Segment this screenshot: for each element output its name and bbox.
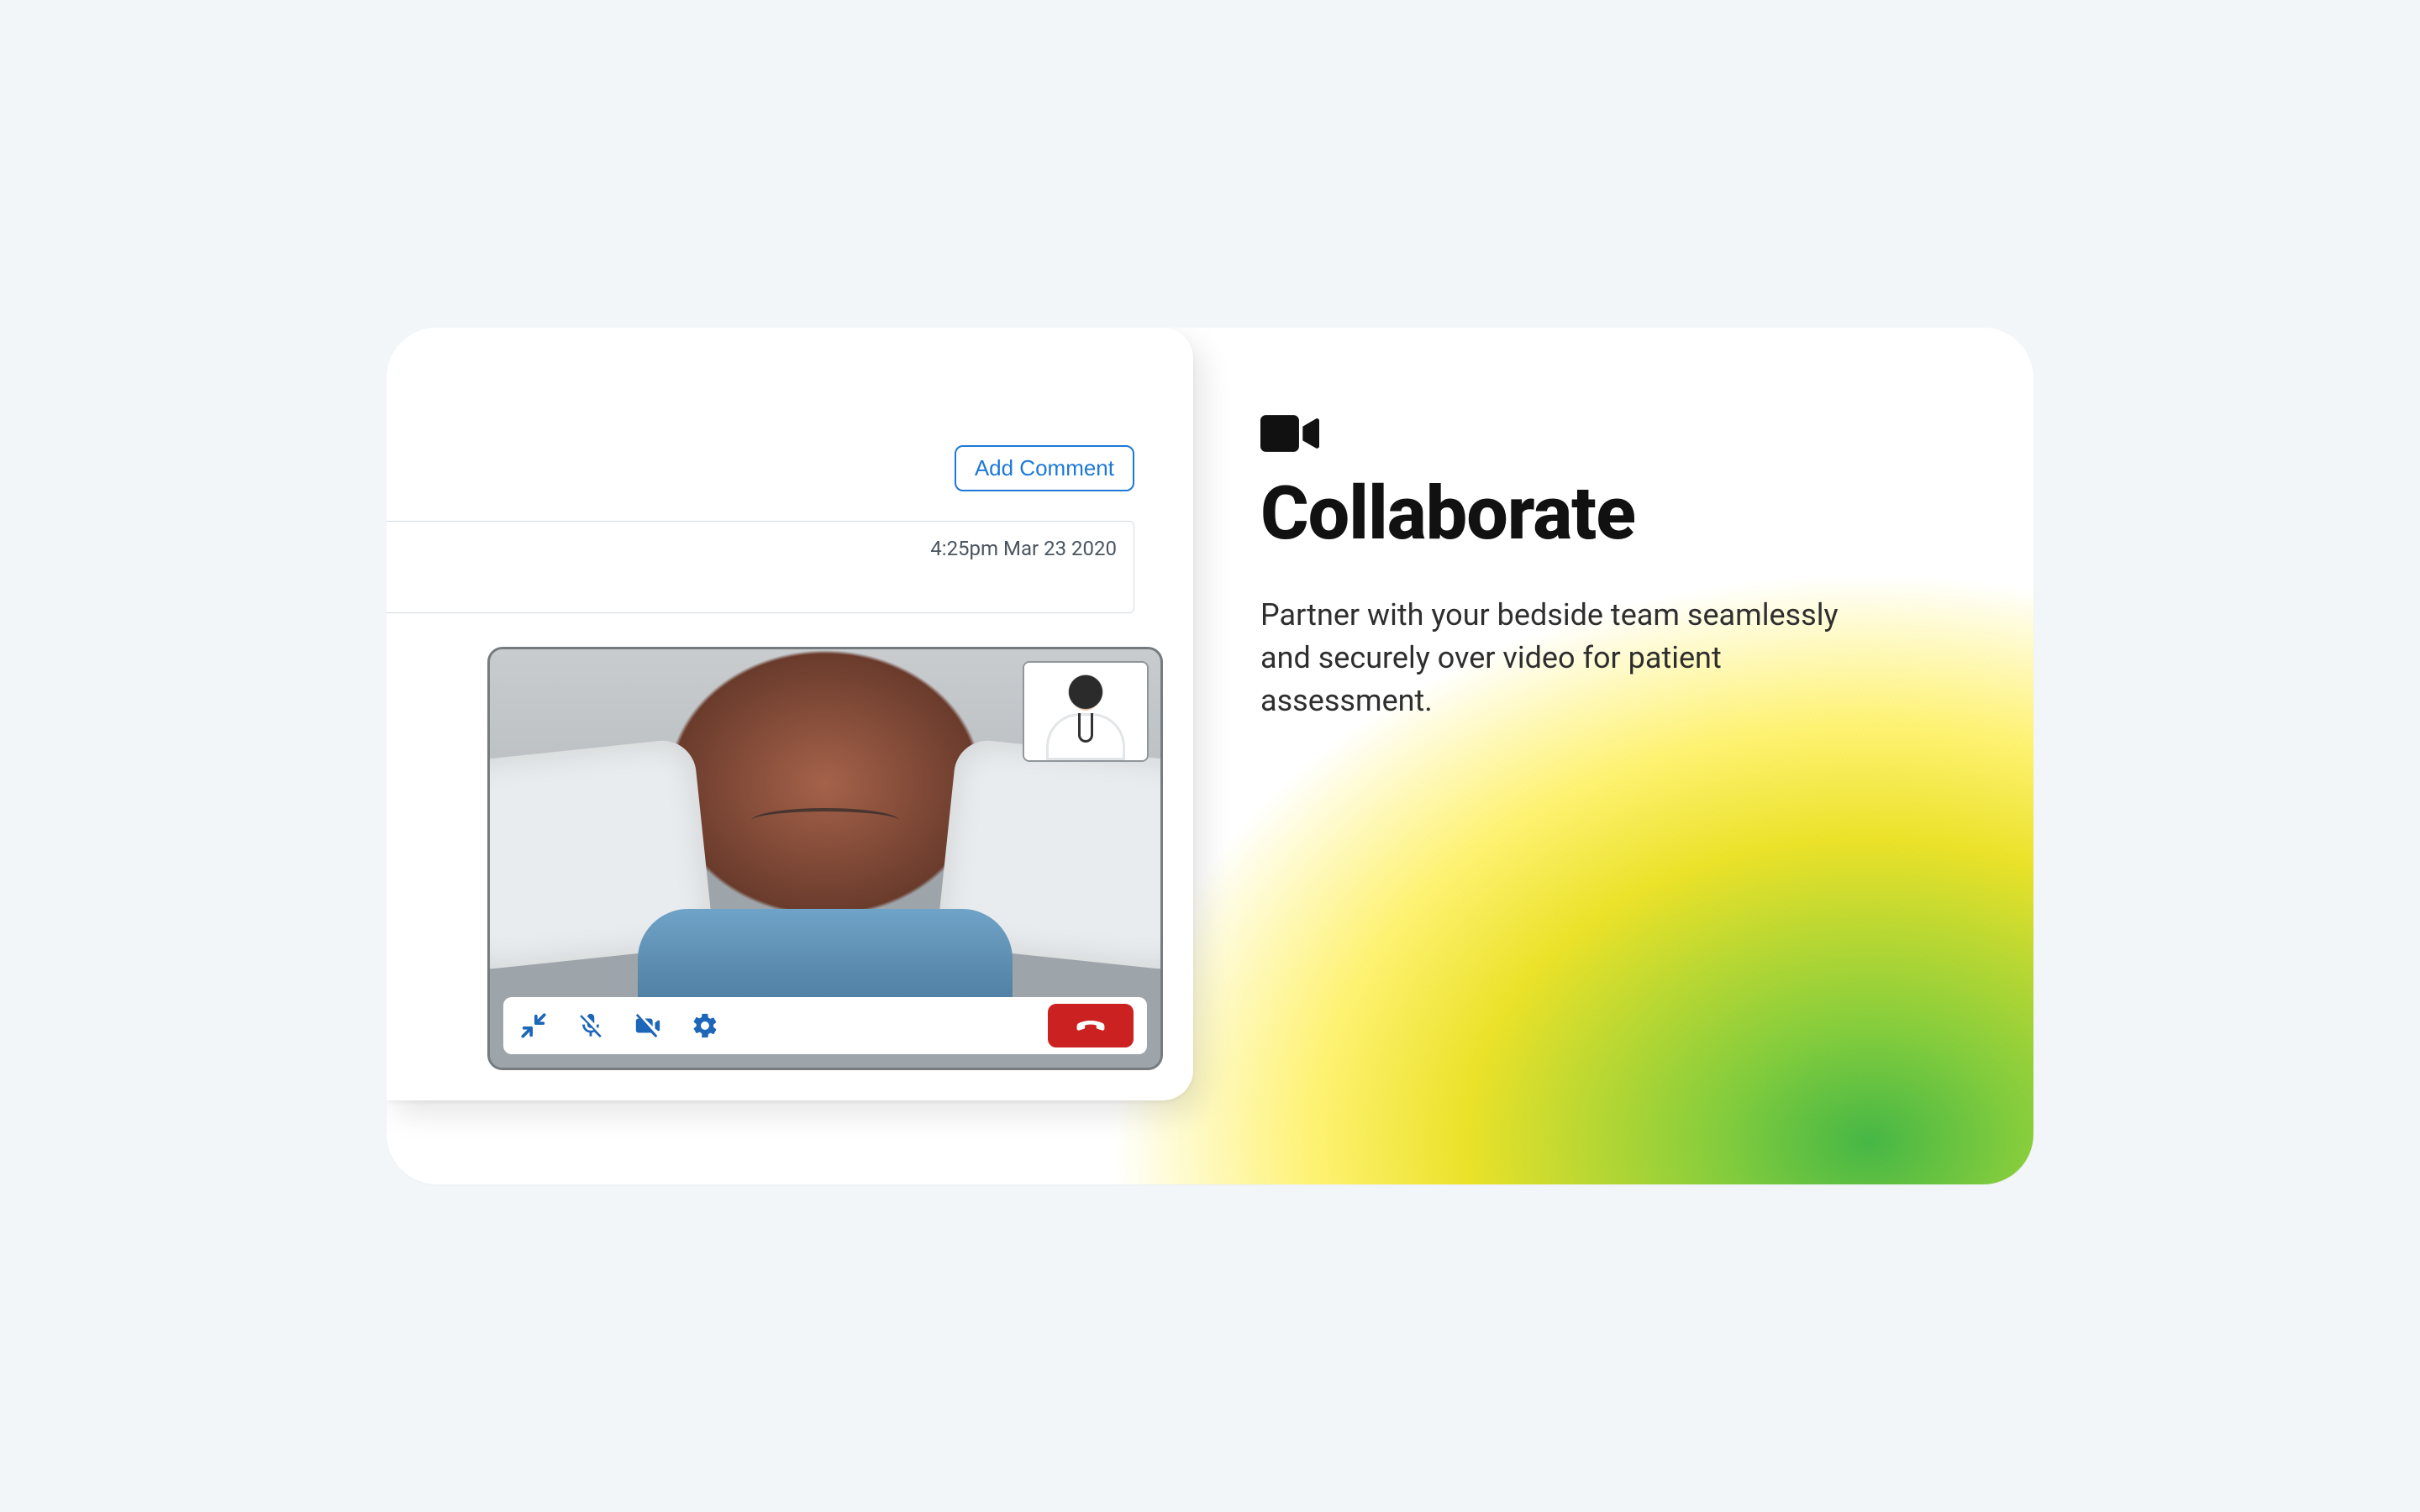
camera-off-icon[interactable] [631,1009,665,1042]
add-comment-row: Add Comment [955,445,1134,491]
app-screenshot-panel: Add Comment 4:25pm Mar 23 2020 [387,328,1193,1100]
feature-card: Add Comment 4:25pm Mar 23 2020 [387,328,2033,1184]
video-camera-icon [1260,412,1319,455]
hangup-button[interactable] [1048,1004,1134,1047]
video-self-preview[interactable] [1023,661,1149,762]
feature-title: Collaborate [1260,470,1933,557]
video-controls-bar [503,997,1147,1054]
feature-description: Partner with your bedside team seamlessl… [1260,594,1865,722]
gear-icon[interactable] [688,1009,722,1042]
video-call-widget [487,647,1163,1070]
add-comment-button[interactable]: Add Comment [955,445,1134,491]
patient-glasses-decoration [751,808,899,833]
minimize-icon[interactable] [517,1009,550,1042]
self-preview-stethoscope [1078,713,1093,743]
mic-off-icon[interactable] [574,1009,608,1042]
comment-input-box[interactable]: 4:25pm Mar 23 2020 [387,521,1134,613]
feature-copy: Collaborate Partner with your bedside te… [1193,328,2033,1184]
timestamp-label: 4:25pm Mar 23 2020 [930,537,1117,560]
